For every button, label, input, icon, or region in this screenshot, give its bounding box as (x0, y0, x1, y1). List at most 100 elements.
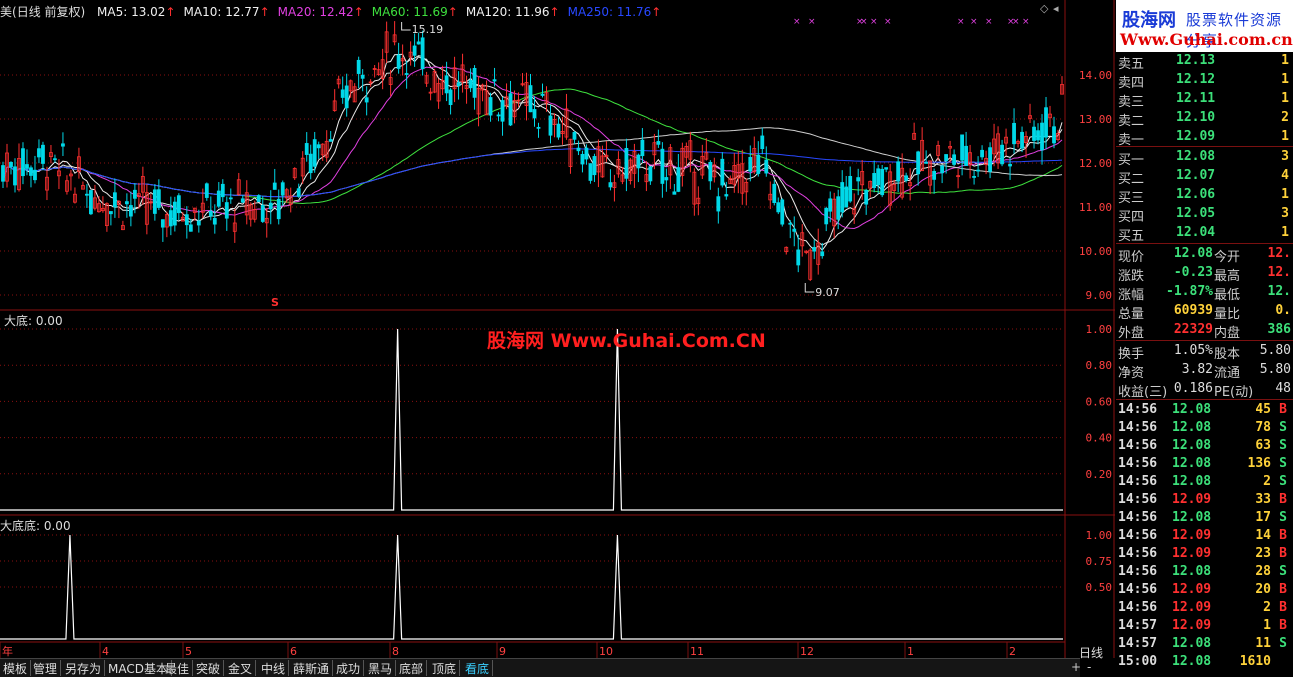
tab-item[interactable]: 黑马 (365, 660, 397, 676)
up-arrow-icon: ↑ (165, 5, 176, 19)
low-annotation: 9.07 (815, 286, 840, 299)
quote-value: 386 (1267, 322, 1291, 337)
sell-level-row[interactable]: 卖四 12.12 1 (1116, 71, 1293, 91)
buy-level-row[interactable]: 买一 12.08 3 (1116, 148, 1293, 168)
level-label: 买四 (1118, 210, 1145, 225)
x-mark: × (957, 17, 965, 27)
candle-body (172, 201, 177, 226)
logo-text-main: 股海网 (1122, 10, 1176, 31)
tick-volume: 23 (1255, 546, 1271, 561)
high-annotation: 15.19 (412, 23, 444, 36)
candle-body (444, 75, 449, 94)
sell-level-row[interactable]: 卖五 12.13 1 (1116, 52, 1293, 72)
level-label: 卖二 (1118, 114, 1145, 129)
candle-body (268, 202, 273, 210)
quote-value: 5.80 (1259, 343, 1291, 358)
panel2-signal-line (0, 534, 1063, 640)
price-tick-label: 9.00 (1086, 289, 1113, 302)
tick-price: 12.09 (1172, 546, 1212, 561)
tick-side: S (1279, 456, 1287, 471)
tick-row: 14:57 12.08 11 S (1116, 635, 1293, 653)
sell-level-row[interactable]: 卖三 12.11 1 (1116, 90, 1293, 110)
candle-body (420, 37, 425, 70)
candle-body (556, 123, 561, 138)
indicator-tabs: 模板 管理 另存为 MACD基本 最佳 突破 金叉 中线 薛斯通 成功 黑马 底部 顶底 看底 (0, 658, 1080, 677)
candle-body (33, 169, 37, 181)
tick-volume: 14 (1255, 528, 1271, 543)
collapse-arrow-icon[interactable]: ◂ (1053, 2, 1059, 15)
up-arrow-icon: ↑ (651, 5, 662, 19)
candle-body (884, 167, 889, 170)
quote-value: 1.05% (1173, 343, 1213, 358)
candle-body (124, 201, 129, 205)
high-marker (401, 22, 411, 31)
candle-body (580, 153, 585, 165)
level-price: 12.09 (1176, 129, 1216, 144)
tab-item[interactable]: 金叉 (225, 660, 257, 676)
sell-level-row[interactable]: 卖一 12.09 1 (1116, 128, 1293, 148)
candle-body (312, 139, 317, 167)
tick-time: 14:56 (1118, 420, 1158, 435)
tick-row: 14:56 12.08 2 S (1116, 473, 1293, 491)
level-label: 买三 (1118, 191, 1145, 206)
level-volume: 1 (1281, 72, 1289, 87)
candle-body (304, 143, 309, 155)
zoom-out-button[interactable]: - (1087, 660, 1091, 674)
tab-item[interactable]: 顶底 (429, 660, 461, 676)
tab-item[interactable]: 突破 (193, 660, 225, 676)
tab-item[interactable]: 另存为 (62, 660, 106, 676)
candle-body (536, 126, 541, 129)
sell-level-row[interactable]: 卖二 12.10 2 (1116, 109, 1293, 129)
buy-level-row[interactable]: 买三 12.06 1 (1116, 186, 1293, 206)
candle-body (89, 190, 93, 215)
zoom-in-button[interactable]: + (1071, 660, 1081, 674)
tick-row: 14:56 12.08 136 S (1116, 455, 1293, 473)
quote-label: 涨幅 (1118, 288, 1145, 303)
candle-body (508, 93, 513, 126)
diamond-icon[interactable]: ◇ (1040, 2, 1048, 15)
tab-item[interactable]: 底部 (396, 660, 428, 676)
tick-price: 12.08 (1172, 510, 1212, 525)
tab-item[interactable]: 中线 (258, 660, 290, 676)
candle-body (53, 158, 57, 161)
candle-body (848, 175, 853, 202)
tick-volume: 28 (1255, 564, 1271, 579)
tick-volume: 33 (1255, 492, 1271, 507)
tab-item[interactable]: 最佳 (162, 660, 194, 676)
panel1-tick-label: 1.00 (1086, 323, 1113, 336)
buy-level-row[interactable]: 买二 12.07 4 (1116, 167, 1293, 187)
tab-item[interactable]: 模板 (0, 660, 32, 676)
x-mark: × (985, 17, 993, 27)
tick-time: 14:56 (1118, 564, 1158, 579)
candle-body (500, 100, 505, 122)
tick-row: 14:56 12.09 33 B (1116, 491, 1293, 509)
tick-side: B (1279, 582, 1287, 597)
panel1-tick-label: 0.60 (1086, 395, 1113, 408)
quote-value: 12. (1267, 246, 1291, 261)
tab-item[interactable]: 管理 (30, 660, 62, 676)
candle-body (972, 176, 976, 178)
tick-time: 14:56 (1118, 528, 1158, 543)
buy-level-row[interactable]: 买四 12.05 3 (1116, 205, 1293, 225)
tick-volume: 20 (1255, 582, 1271, 597)
period-label[interactable]: 日线 (1068, 644, 1114, 660)
candle-body (256, 195, 261, 202)
x-tick-label: 6 (290, 645, 297, 658)
tick-time: 14:56 (1118, 474, 1158, 489)
candle-body (1012, 122, 1016, 145)
ma-legend-item: MA60: 11.69 (371, 5, 448, 19)
divider (1116, 146, 1293, 147)
candle-body (624, 148, 629, 179)
tab-item[interactable]: 薛斯通 (290, 660, 334, 676)
level-label: 买五 (1118, 229, 1145, 244)
tab-item[interactable]: 成功 (333, 660, 365, 676)
x-mark: × (1012, 17, 1020, 27)
level-label: 买二 (1118, 172, 1145, 187)
buy-level-row[interactable]: 买五 12.04 1 (1116, 224, 1293, 244)
tick-side: B (1279, 402, 1287, 417)
tab-item[interactable]: 看底 (462, 660, 494, 676)
site-logo[interactable]: 股海网 股票软件资源分享 Www.Guhai.com.cn (1116, 0, 1293, 52)
candle-body (976, 169, 980, 172)
candle-body (356, 59, 361, 74)
quote-row: 总量 60939 量比 0. (1116, 302, 1293, 322)
